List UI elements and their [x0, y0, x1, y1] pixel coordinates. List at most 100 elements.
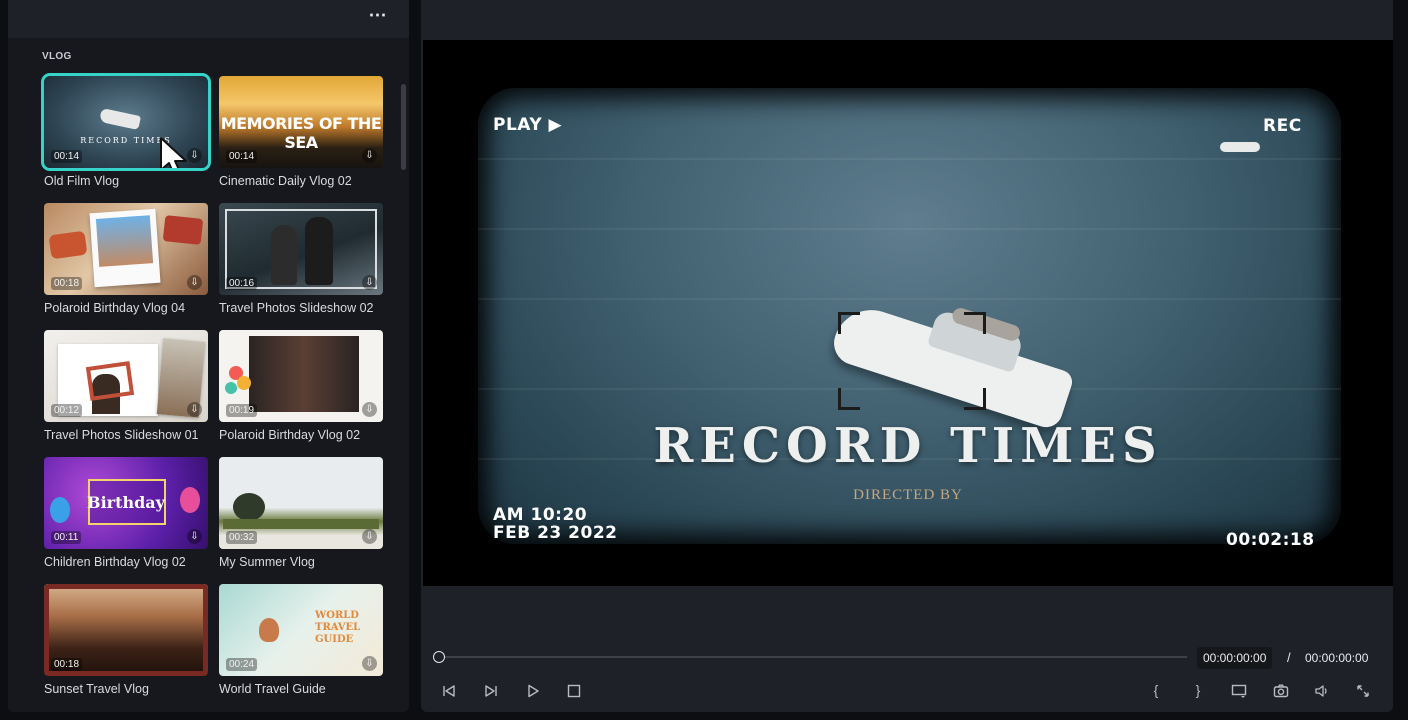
volume-button[interactable] — [1310, 680, 1334, 700]
template-label: Travel Photos Slideshow 01 — [44, 428, 199, 442]
focus-bracket — [838, 312, 860, 334]
overlay-clock: AM 10:20 FEB 23 2022 — [493, 506, 618, 542]
duration-badge: 00:32 — [226, 531, 258, 544]
overlay-subtitle: DIRECTED BY — [853, 487, 963, 503]
tree-graphic — [233, 493, 265, 521]
download-icon[interactable]: ⇩ — [362, 148, 377, 163]
duration-badge: 00:18 — [51, 277, 83, 290]
distant-boat — [1220, 142, 1260, 152]
template-card-old-film-vlog[interactable]: RECORD TIMES 00:14 ⇩ Old Film Vlog — [41, 73, 211, 188]
time-separator: / — [1287, 650, 1291, 665]
focus-bracket — [964, 312, 986, 334]
mark-out-button[interactable]: } — [1186, 680, 1210, 700]
expand-icon — [1357, 685, 1369, 697]
template-thumbnail[interactable]: Birthday 00:11 ⇩ — [44, 457, 208, 549]
step-forward-icon — [485, 685, 497, 697]
progress-track[interactable] — [439, 656, 1187, 658]
person-silhouette — [305, 217, 333, 285]
duration-badge: 00:12 — [51, 404, 83, 417]
template-thumbnail[interactable]: 00:32 ⇩ — [219, 457, 383, 549]
next-frame-button[interactable] — [479, 680, 503, 700]
camera-icon — [1273, 684, 1289, 698]
overlay-title: RECORD TIMES — [653, 418, 1163, 474]
previous-frame-button[interactable] — [437, 680, 461, 700]
car-photo — [162, 215, 204, 245]
template-thumbnail[interactable]: 00:16 ⇩ — [219, 203, 383, 295]
template-card-children-birthday-vlog-02[interactable]: Birthday 00:11 ⇩ Children Birthday Vlog … — [44, 457, 208, 569]
template-card-polaroid-birthday-vlog-02[interactable]: 00:19 ⇩ Polaroid Birthday Vlog 02 — [219, 330, 383, 442]
template-label: My Summer Vlog — [219, 555, 315, 569]
speaker-icon — [1315, 685, 1327, 697]
duration-badge: 00:19 — [226, 404, 258, 417]
balloon — [180, 487, 200, 513]
template-thumbnail[interactable]: 00:18 — [44, 584, 208, 676]
party-photo — [249, 336, 359, 412]
duration-badge: 00:24 — [226, 658, 258, 671]
download-icon[interactable]: ⇩ — [187, 402, 202, 417]
duration-badge: 00:16 — [226, 277, 258, 290]
library-scrollbar[interactable] — [401, 84, 406, 170]
total-duration: 00:00:00:00 — [1305, 651, 1369, 665]
play-button[interactable] — [521, 680, 545, 700]
template-label: Polaroid Birthday Vlog 02 — [219, 428, 361, 442]
stop-button[interactable] — [562, 680, 586, 700]
download-icon[interactable]: ⇩ — [362, 402, 377, 417]
focus-bracket — [838, 388, 860, 410]
template-label: Travel Photos Slideshow 02 — [219, 301, 374, 315]
video-viewport[interactable]: PLAY ▶ REC AM 10:20 FEB 23 2022 00:02:18… — [423, 40, 1393, 586]
template-card-sunset-travel-vlog[interactable]: 00:18 Sunset Travel Vlog — [44, 584, 208, 696]
playhead-knob[interactable] — [433, 651, 445, 663]
duration-badge: 00:14 — [51, 150, 83, 163]
template-card-cinematic-daily-vlog-02[interactable]: MEMORIES OF THE SEA 00:14 ⇩ Cinematic Da… — [219, 76, 383, 188]
current-time: 00:00:00:00 — [1197, 647, 1273, 669]
template-label: Sunset Travel Vlog — [44, 682, 149, 696]
thumbnail-caption: MEMORIES OF THE SEA — [220, 114, 382, 152]
hot-air-balloon — [259, 618, 279, 642]
stop-icon — [567, 685, 581, 698]
template-thumbnail[interactable]: MEMORIES OF THE SEA 00:14 ⇩ — [219, 76, 383, 168]
more-options-button[interactable]: ⋯ — [365, 6, 391, 28]
boat-graphic — [98, 107, 142, 131]
download-icon[interactable]: ⇩ — [187, 275, 202, 290]
download-icon[interactable]: ⇩ — [187, 529, 202, 544]
fullscreen-button[interactable] — [1351, 680, 1375, 700]
grass-strip — [223, 519, 379, 529]
overlay-time: AM 10:20 — [493, 505, 588, 525]
template-card-world-travel-guide[interactable]: WORLD TRAVEL GUIDE 00:24 ⇩ World Travel … — [219, 584, 383, 696]
template-thumbnail[interactable]: 00:19 ⇩ — [219, 330, 383, 422]
person-silhouette — [271, 225, 297, 285]
duration-badge: 00:14 — [226, 150, 258, 163]
balloon-dot — [237, 376, 251, 390]
template-card-travel-photos-slideshow-01[interactable]: 00:12 ⇩ Travel Photos Slideshow 01 — [44, 330, 208, 442]
overlay-timecode: 00:02:18 — [1226, 530, 1315, 550]
template-library-panel: ⋯ VLOG RECORD TIMES 00:14 ⇩ Old Film Vlo… — [8, 0, 409, 712]
template-label: Old Film Vlog — [44, 174, 120, 188]
preview-player-panel: PLAY ▶ REC AM 10:20 FEB 23 2022 00:02:18… — [421, 0, 1393, 712]
polaroid-frame — [89, 208, 161, 288]
display-settings-button[interactable] — [1227, 680, 1251, 700]
download-icon[interactable]: ⇩ — [362, 529, 377, 544]
section-title: VLOG — [42, 51, 72, 62]
template-thumbnail[interactable]: RECORD TIMES 00:14 ⇩ — [41, 73, 211, 171]
template-thumbnail[interactable]: 00:12 ⇩ — [44, 330, 208, 422]
template-card-my-summer-vlog[interactable]: 00:32 ⇩ My Summer Vlog — [219, 457, 383, 569]
snapshot-button[interactable] — [1269, 680, 1293, 700]
template-card-polaroid-birthday-vlog-04[interactable]: 00:18 ⇩ Polaroid Birthday Vlog 04 — [44, 203, 208, 315]
template-label: World Travel Guide — [219, 682, 326, 696]
focus-bracket — [964, 388, 986, 410]
template-label: Polaroid Birthday Vlog 04 — [44, 301, 186, 315]
balloon-dot — [225, 382, 237, 394]
play-icon — [528, 685, 539, 698]
duration-badge: 00:18 — [51, 658, 83, 671]
template-label: Children Birthday Vlog 02 — [44, 555, 186, 569]
download-icon[interactable]: ⇩ — [362, 275, 377, 290]
library-toolbar: ⋯ — [8, 0, 409, 38]
mark-in-button[interactable]: { — [1144, 680, 1168, 700]
template-thumbnail[interactable]: 00:18 ⇩ — [44, 203, 208, 295]
template-thumbnail[interactable]: WORLD TRAVEL GUIDE 00:24 ⇩ — [219, 584, 383, 676]
rec-indicator-text: REC — [1263, 116, 1302, 136]
template-card-travel-photos-slideshow-02[interactable]: 00:16 ⇩ Travel Photos Slideshow 02 — [219, 203, 383, 315]
mouse-cursor-icon — [160, 137, 187, 168]
download-icon[interactable]: ⇩ — [362, 656, 377, 671]
monitor-icon — [1231, 685, 1247, 699]
